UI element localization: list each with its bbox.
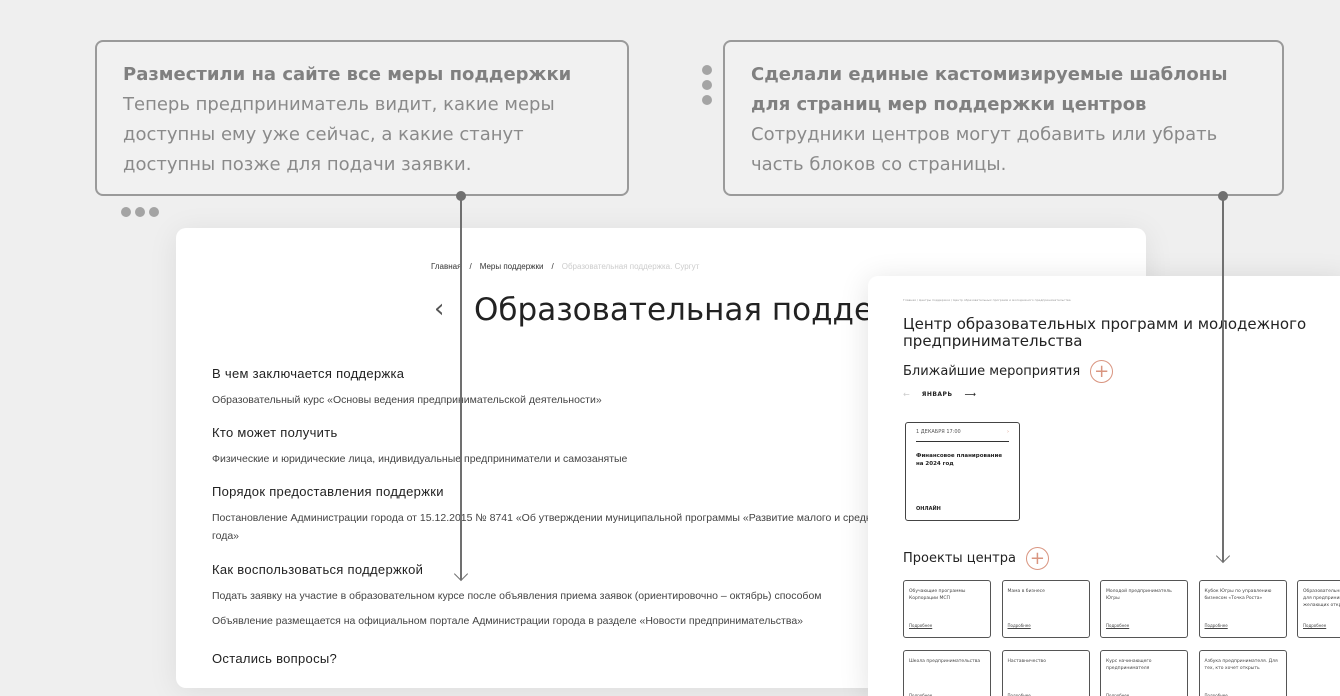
project-card[interactable]: Молодой предприниматель Югры Подробнее: [1100, 580, 1188, 638]
arrow-left-icon[interactable]: ←: [903, 390, 910, 399]
breadcrumb-current: Образовательная поддержка. Сургут: [561, 262, 700, 271]
callout-all-measures: Разместили на сайте все меры поддержки Т…: [95, 40, 629, 196]
callout-title: Разместили на сайте все меры поддержки: [123, 64, 572, 85]
breadcrumb-measures[interactable]: Меры поддержки: [480, 262, 544, 271]
arrow-right-icon[interactable]: ⟶: [965, 390, 976, 399]
project-title: Молодой предприниматель Югры: [1106, 589, 1172, 601]
project-title: Образовательные программы для предприним…: [1303, 589, 1340, 608]
breadcrumb-home[interactable]: Главная: [431, 262, 461, 271]
project-card[interactable]: Курс начинающего предпринимателя Подробне…: [1100, 650, 1188, 696]
more-link[interactable]: Подробнее: [1008, 622, 1031, 629]
more-link[interactable]: Подробнее: [1205, 622, 1228, 629]
project-card[interactable]: Кубок Югры по управлению бизнесом «Точка…: [1198, 580, 1287, 638]
chevron-right-icon: ›: [1007, 429, 1009, 435]
projects-heading: Проекты центра +: [903, 547, 1049, 570]
more-link[interactable]: Подробнее: [1205, 692, 1228, 696]
project-card[interactable]: Обучающие программы Корпорации МСП Подроб…: [903, 580, 991, 638]
project-card[interactable]: Школа предпринимательства Подробнее: [903, 650, 991, 696]
project-card[interactable]: Мама в бизнесе Подробнее: [1001, 580, 1090, 638]
events-heading: Ближайшие мероприятия +: [903, 360, 1114, 383]
connector-dot: [1218, 191, 1228, 201]
breadcrumb[interactable]: Главная / Центры поддержки / Центр образ…: [903, 298, 1071, 302]
project-title: Мама в бизнесе: [1007, 589, 1045, 594]
project-card[interactable]: Наставничество Подробнее: [1001, 650, 1090, 696]
section-who: Кто может получить Физические и юридическ…: [212, 425, 628, 465]
more-link[interactable]: Подробнее: [909, 622, 932, 629]
page-title: Центр образовательных программ и молодеж…: [903, 315, 1307, 350]
center-page: Главная / Центры поддержки / Центр образ…: [868, 276, 1340, 696]
event-card[interactable]: 1 ДЕКАБРЯ 17:00 › Финансовое планирование…: [905, 422, 1020, 521]
section-how: Как воспользоваться поддержкой Подать зая…: [212, 562, 822, 627]
connector-line: [460, 196, 462, 580]
callout-title: Сделали единые кастомизируемые шаблоны д…: [751, 64, 1228, 115]
project-card[interactable]: Азбука предпринимателя. Для тех, кто хоч…: [1198, 650, 1287, 696]
breadcrumb: Главная / Меры поддержки / Образовательная п…: [431, 262, 700, 271]
dots-decoration: [121, 207, 159, 217]
connector-line: [1222, 196, 1224, 562]
more-link[interactable]: Подробнее: [1303, 622, 1326, 629]
project-title: Школа предпринимательства: [909, 659, 981, 664]
plus-icon[interactable]: +: [1025, 547, 1049, 570]
section-questions: Остались вопросы?: [212, 651, 338, 666]
callout-templates: Сделали единые кастомизируемые шаблоны д…: [723, 40, 1284, 196]
callout-text: Сотрудники центров могут добавить или уб…: [751, 124, 1218, 175]
connector-dot: [456, 191, 466, 201]
section-what: В чем заключается поддержка Образовательн…: [212, 366, 602, 406]
more-link[interactable]: Подробнее: [909, 692, 932, 696]
project-title: Кубок Югры по управлению бизнесом «Точка…: [1204, 589, 1272, 601]
project-title: Наставничество: [1007, 659, 1046, 664]
month-switcher: ← ЯНВАРЬ ⟶: [903, 390, 977, 399]
dots-decoration-vertical: [702, 65, 712, 105]
project-card[interactable]: Образовательные программы для предприним…: [1297, 580, 1340, 638]
more-link[interactable]: Подробнее: [1106, 692, 1129, 696]
plus-icon[interactable]: +: [1090, 360, 1114, 383]
callout-text: Теперь предприниматель видит, какие меры…: [123, 94, 555, 175]
more-link[interactable]: Подробнее: [1008, 692, 1031, 696]
back-chevron-icon[interactable]: ‹: [434, 294, 444, 324]
more-link[interactable]: Подробнее: [1106, 622, 1129, 629]
project-title: Обучающие программы Корпорации МСП: [909, 589, 966, 601]
